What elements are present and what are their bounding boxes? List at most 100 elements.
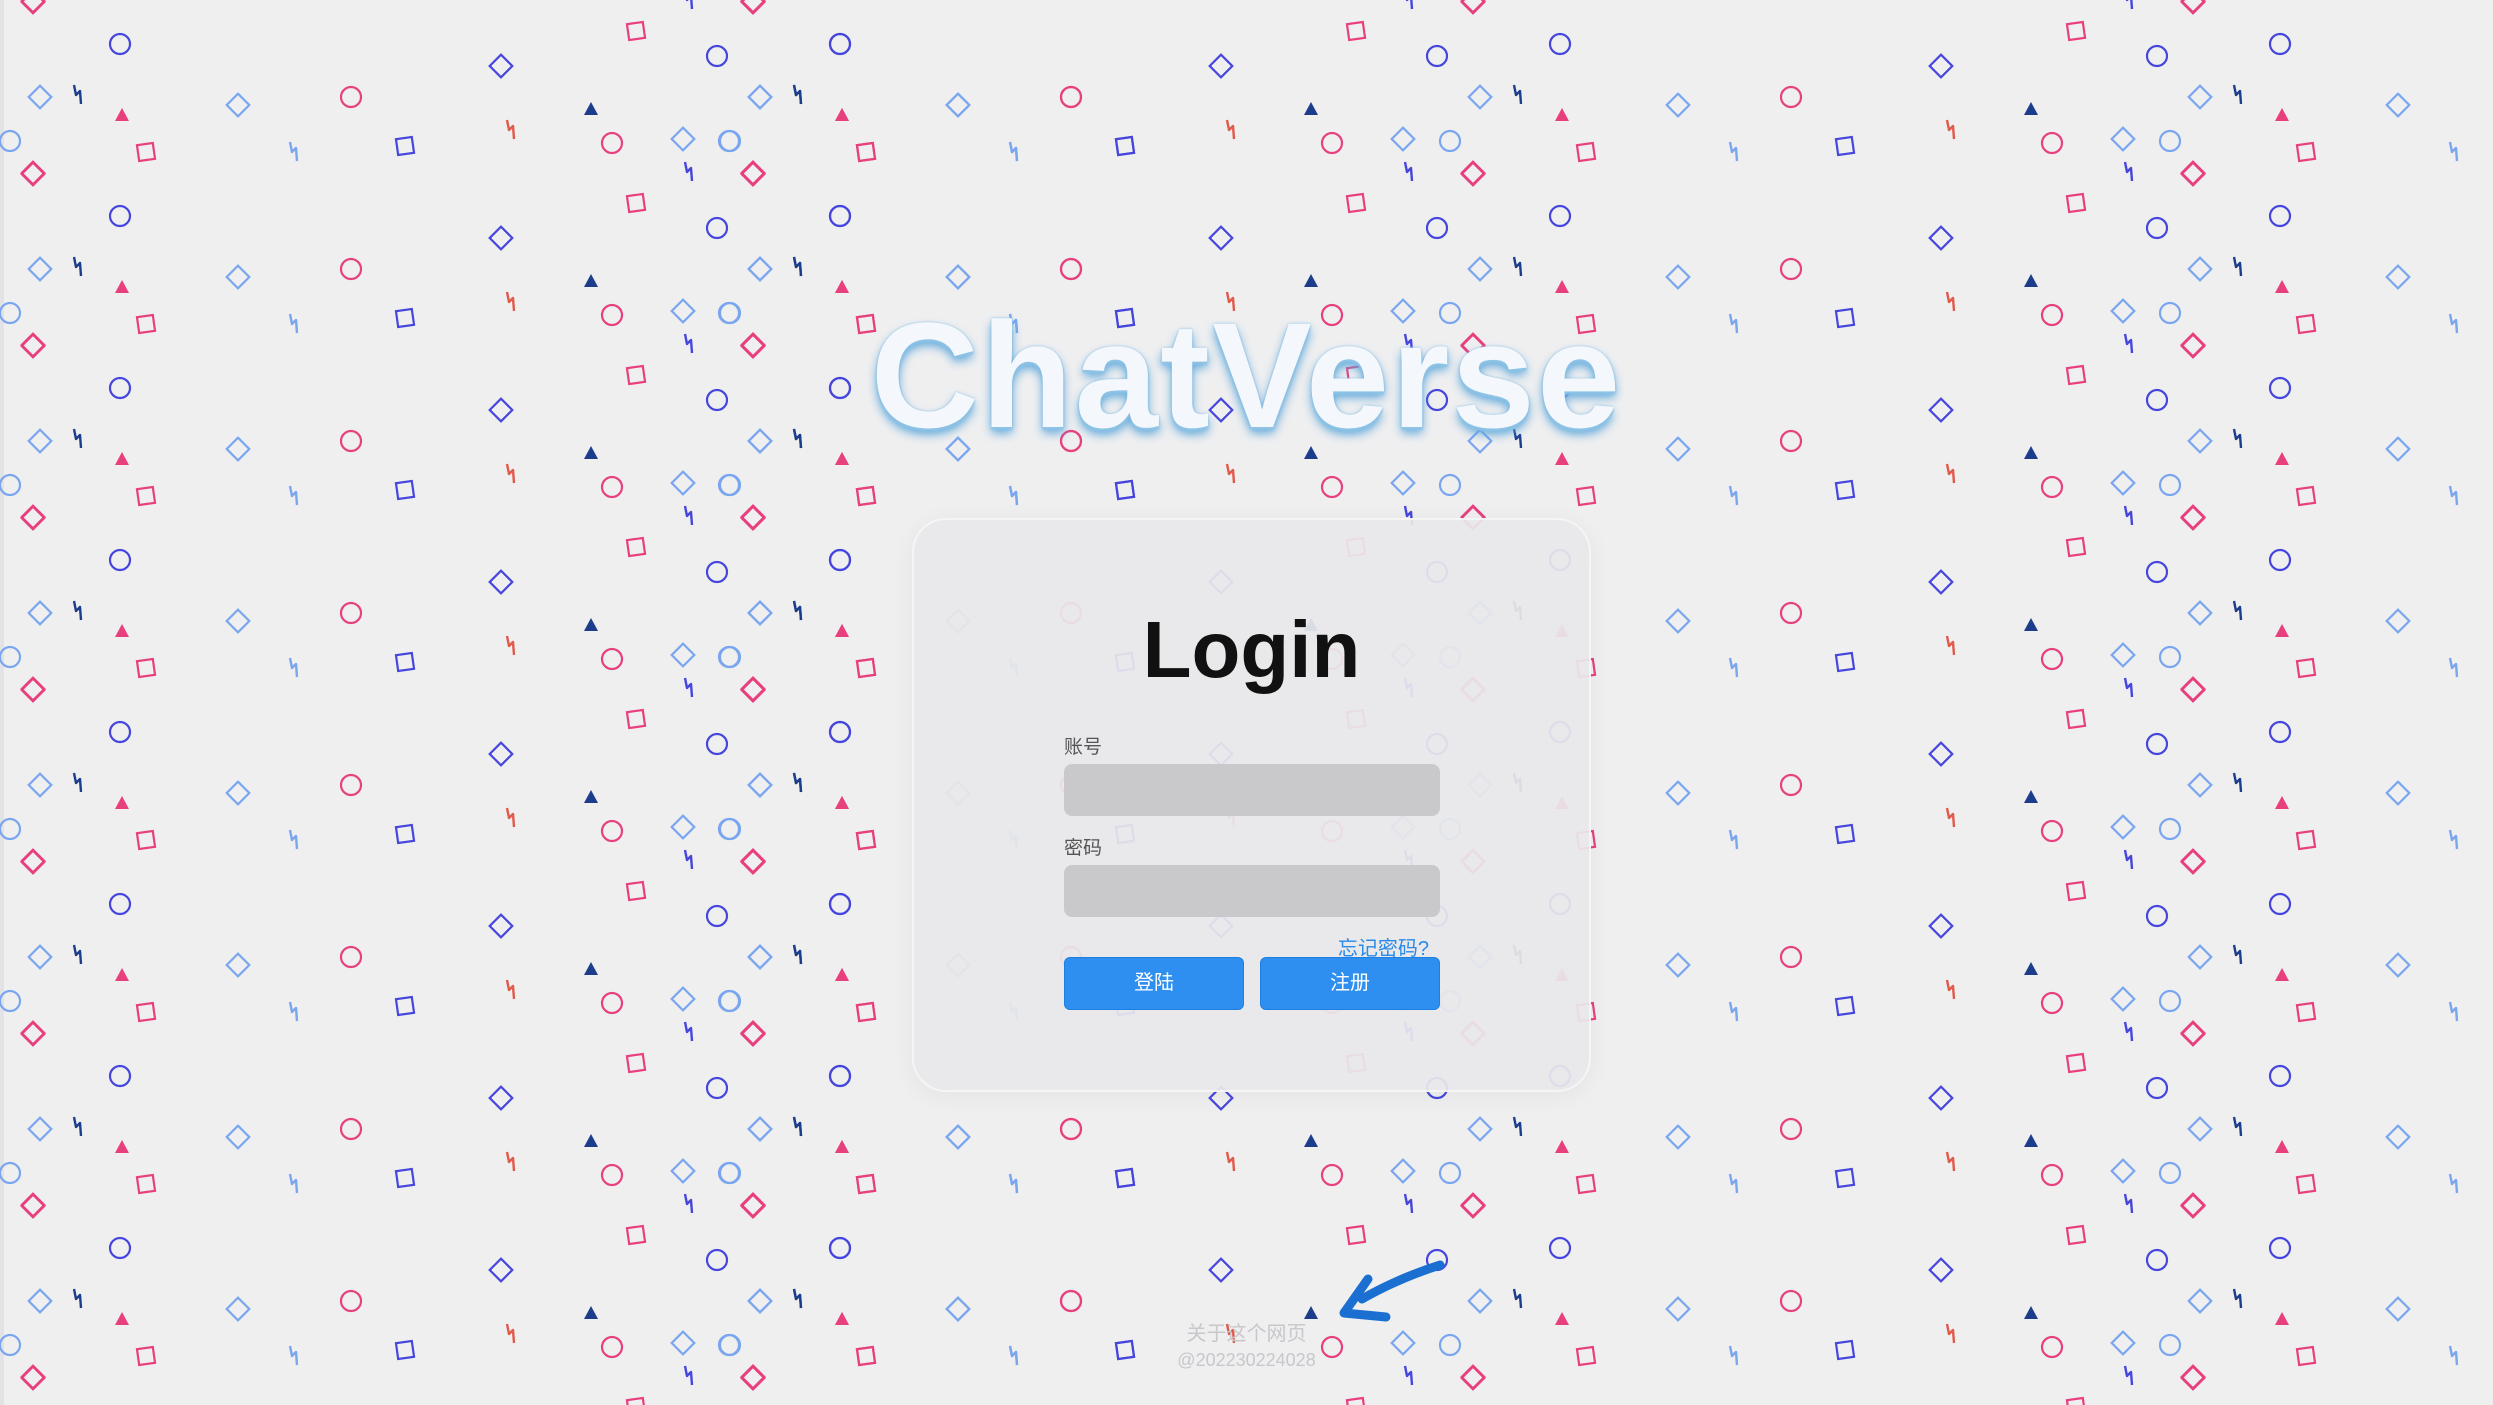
background-bolt-shape	[2123, 505, 2134, 526]
background-square-shape	[394, 995, 416, 1017]
background-circle-shape	[108, 548, 132, 572]
background-circle-shape	[705, 732, 729, 756]
background-circle-shape	[2158, 1161, 2182, 1185]
background-diamond-shape	[2187, 84, 2213, 110]
background-diamond-shape	[740, 160, 766, 186]
background-tri-shape	[2275, 452, 2289, 465]
background-diamond-shape	[2180, 1020, 2206, 1046]
background-circle-shape	[0, 473, 22, 497]
background-circle-shape	[2040, 991, 2064, 1015]
background-square-shape	[625, 1396, 647, 1405]
background-tri-shape	[115, 968, 129, 981]
background-bolt-shape	[1008, 1173, 1019, 1194]
background-square-shape	[394, 651, 416, 673]
register-button[interactable]: 注册	[1260, 957, 1440, 1010]
background-square-shape	[394, 135, 416, 157]
background-bolt-shape	[2123, 849, 2134, 870]
background-diamond-shape	[2187, 1116, 2213, 1142]
background-diamond-shape	[2110, 642, 2136, 668]
background-circle-shape	[108, 720, 132, 744]
background-diamond-shape	[2180, 161, 2206, 187]
about-page-link[interactable]: 关于这个网页	[0, 1317, 2493, 1346]
background-diamond-shape	[740, 849, 766, 875]
background-circle-shape	[2040, 819, 2064, 843]
background-diamond-shape	[740, 160, 766, 186]
background-circle-shape	[1320, 1163, 1344, 1187]
background-bolt-shape	[1512, 1288, 1523, 1309]
background-bolt-shape	[2232, 772, 2243, 793]
background-square-shape	[625, 1224, 647, 1246]
login-button[interactable]: 登陆	[1064, 957, 1244, 1010]
background-circle-shape	[2145, 1248, 2169, 1272]
background-circle-shape	[600, 647, 624, 671]
background-bolt-shape	[1945, 979, 1956, 1000]
background-bolt-shape	[2232, 944, 2243, 965]
background-circle-shape	[2040, 647, 2064, 671]
background-circle-shape	[2040, 475, 2064, 499]
background-tri-shape	[2024, 962, 2038, 975]
background-circle-shape	[1059, 1289, 1083, 1313]
background-diamond-shape	[747, 1288, 773, 1314]
background-tri-shape	[2024, 102, 2038, 115]
background-tri-shape	[584, 102, 598, 115]
background-tri-shape	[835, 452, 849, 465]
account-input[interactable]	[1064, 764, 1440, 816]
background-diamond-shape	[27, 772, 53, 798]
background-bolt-shape	[1728, 485, 1739, 506]
background-circle-shape	[2145, 44, 2169, 68]
background-bolt-shape	[505, 635, 516, 656]
background-square-shape	[135, 1173, 157, 1195]
background-square-shape	[2065, 880, 2087, 902]
background-diamond-shape	[2180, 1193, 2206, 1219]
background-bolt-shape	[1225, 1151, 1236, 1172]
background-square-shape	[1114, 479, 1136, 501]
background-bolt-shape	[1728, 1001, 1739, 1022]
background-square-shape	[855, 1173, 877, 1195]
background-bolt-shape	[1945, 807, 1956, 828]
background-diamond-shape	[2385, 952, 2411, 978]
background-bolt-shape	[1728, 657, 1739, 678]
background-bolt-shape	[505, 979, 516, 1000]
background-bolt-shape	[1728, 141, 1739, 162]
background-square-shape	[625, 192, 647, 214]
background-diamond-shape	[20, 1021, 46, 1047]
background-bolt-shape	[2123, 1021, 2134, 1042]
background-diamond-shape	[1208, 1257, 1234, 1283]
background-circle-shape	[1779, 945, 1803, 969]
background-diamond-shape	[2180, 677, 2206, 703]
background-diamond-shape	[740, 1020, 766, 1046]
background-circle-shape	[1548, 32, 1572, 56]
background-bolt-shape	[1512, 84, 1523, 105]
background-diamond-shape	[740, 505, 766, 531]
background-diamond-shape	[1390, 126, 1416, 152]
background-circle-shape	[2158, 473, 2182, 497]
background-diamond-shape	[740, 1021, 766, 1047]
background-tri-shape	[835, 968, 849, 981]
background-circle-shape	[1548, 1236, 1572, 1260]
background-diamond-shape	[488, 1085, 514, 1111]
background-tri-shape	[1304, 102, 1318, 115]
background-diamond-shape	[747, 944, 773, 970]
background-diamond-shape	[740, 1192, 766, 1218]
background-tri-shape	[835, 624, 849, 637]
background-diamond-shape	[225, 780, 251, 806]
background-square-shape	[2065, 1052, 2087, 1074]
password-input[interactable]	[1064, 865, 1440, 917]
background-square-shape	[2295, 485, 2317, 507]
background-circle-shape	[339, 601, 363, 625]
background-diamond-shape	[1665, 264, 1691, 290]
background-diamond-shape	[20, 505, 46, 531]
background-square-shape	[625, 708, 647, 730]
background-diamond-shape	[740, 1193, 766, 1219]
login-page: ChatVerse Login 账号 密码 忘记密码? 登陆 注册 关于这个网页…	[0, 0, 2493, 1405]
background-circle-shape	[705, 904, 729, 928]
background-circle-shape	[1548, 204, 1572, 228]
background-diamond-shape	[1665, 1124, 1691, 1150]
background-square-shape	[135, 829, 157, 851]
background-square-shape	[2295, 141, 2317, 163]
background-tri-shape	[2024, 1134, 2038, 1147]
background-circle-shape	[1779, 257, 1803, 281]
background-diamond-shape	[740, 1192, 766, 1218]
background-circle-shape	[108, 32, 132, 56]
background-diamond-shape	[945, 264, 971, 290]
